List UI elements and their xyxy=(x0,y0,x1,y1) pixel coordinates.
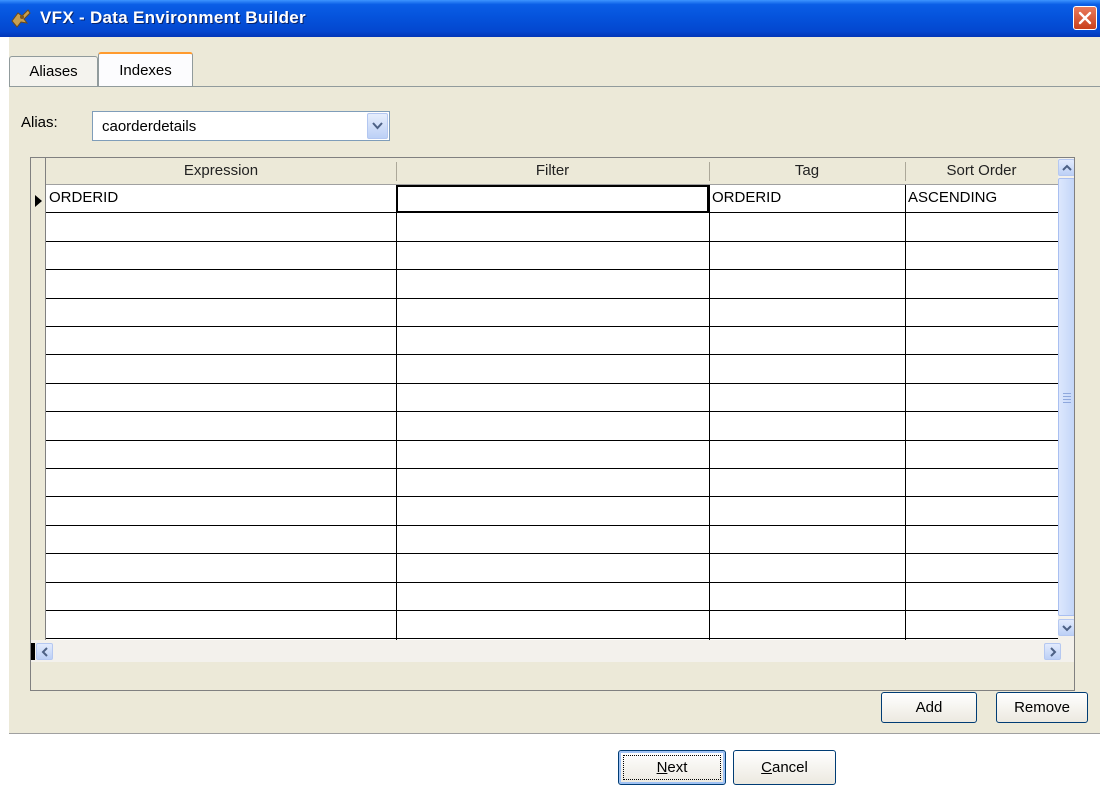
chevron-up-icon xyxy=(1062,164,1072,171)
grid-column-line xyxy=(396,185,397,640)
chevron-right-icon xyxy=(1050,647,1057,657)
grid-row-line xyxy=(46,241,1058,242)
remove-button[interactable]: Remove xyxy=(996,692,1088,723)
grid-row-line xyxy=(46,440,1058,441)
grid-row-line xyxy=(46,553,1058,554)
grid-row-line xyxy=(46,525,1058,526)
column-header-sort-order[interactable]: Sort Order xyxy=(905,158,1058,185)
chevron-left-icon xyxy=(41,647,48,657)
column-header-filter[interactable]: Filter xyxy=(396,158,709,185)
column-header-label: Filter xyxy=(535,162,570,179)
window-left-edge xyxy=(0,37,9,796)
grid-row-line xyxy=(46,212,1058,213)
chevron-down-icon xyxy=(1062,625,1072,632)
scroll-thumb[interactable] xyxy=(1058,178,1074,616)
cell-expression[interactable]: ORDERID xyxy=(49,189,118,206)
button-label: Add xyxy=(915,699,943,716)
scroll-up-button[interactable] xyxy=(1058,159,1074,176)
current-row-indicator-icon xyxy=(35,195,42,207)
title-bar[interactable]: VFX - Data Environment Builder xyxy=(0,0,1100,37)
column-divider xyxy=(905,162,906,181)
button-label: ancel xyxy=(771,759,808,776)
grid-row-line xyxy=(46,468,1058,469)
horizontal-scrollbar[interactable] xyxy=(31,640,1074,662)
tab-aliases[interactable]: Aliases xyxy=(9,56,98,86)
column-header-label: Tag xyxy=(794,162,820,179)
vfx-app-icon xyxy=(10,7,32,29)
grid-cells[interactable]: ORDERID ORDERID ASCENDING xyxy=(46,185,1058,640)
column-header-label: Expression xyxy=(183,162,259,179)
alias-selected-value: caorderdetails xyxy=(102,118,197,135)
window-title: VFX - Data Environment Builder xyxy=(40,8,306,27)
tab-label: Indexes xyxy=(119,62,172,79)
focus-rectangle xyxy=(623,755,721,780)
grid-row-line xyxy=(46,411,1058,412)
indexes-panel: Alias: caorderdetails Expression Filter … xyxy=(9,86,1100,734)
grid-row-line xyxy=(46,269,1058,270)
button-bar: Next Cancel xyxy=(9,733,1100,797)
column-header-expression[interactable]: Expression xyxy=(46,158,396,185)
grid-row-line xyxy=(46,383,1058,384)
alias-dropdown[interactable]: caorderdetails xyxy=(92,111,390,141)
chevron-down-icon xyxy=(372,122,383,130)
scroll-right-button[interactable] xyxy=(1044,643,1061,660)
grid-column-line xyxy=(709,185,710,640)
column-header-label: Sort Order xyxy=(946,162,1017,179)
dropdown-button[interactable] xyxy=(367,113,388,139)
close-icon xyxy=(1078,11,1092,25)
grid-column-line xyxy=(905,185,906,640)
scroll-left-button[interactable] xyxy=(36,643,53,660)
cell-tag[interactable]: ORDERID xyxy=(712,189,781,206)
next-button[interactable]: Next xyxy=(618,750,726,785)
column-header-tag[interactable]: Tag xyxy=(709,158,905,185)
scroll-down-button[interactable] xyxy=(1058,619,1074,636)
tab-label: Aliases xyxy=(29,63,78,80)
active-cell-outline xyxy=(396,185,709,213)
button-label: Remove xyxy=(1014,699,1070,716)
record-marker xyxy=(31,643,35,660)
alias-label: Alias: xyxy=(21,114,58,131)
grid-row-line xyxy=(46,638,1058,639)
cancel-button[interactable]: Cancel xyxy=(733,750,836,785)
index-grid[interactable]: Expression Filter Tag Sort Order ORDERID… xyxy=(30,157,1075,691)
mnemonic: C xyxy=(761,759,772,776)
grid-row-line xyxy=(46,354,1058,355)
column-divider xyxy=(709,162,710,181)
grid-row-line xyxy=(46,610,1058,611)
grid-row-line xyxy=(46,326,1058,327)
dialog-body: Aliases Indexes Alias: caorderdetails Ex… xyxy=(9,37,1100,734)
cell-sort-order[interactable]: ASCENDING xyxy=(908,189,997,206)
add-button[interactable]: Add xyxy=(881,692,977,723)
vertical-scrollbar[interactable] xyxy=(1058,158,1074,640)
grid-row-line xyxy=(46,496,1058,497)
grid-row-line xyxy=(46,298,1058,299)
close-button[interactable] xyxy=(1073,6,1097,30)
tab-indexes[interactable]: Indexes xyxy=(98,52,193,87)
column-divider xyxy=(396,162,397,181)
grid-row-line xyxy=(46,582,1058,583)
row-header-column xyxy=(31,158,46,640)
